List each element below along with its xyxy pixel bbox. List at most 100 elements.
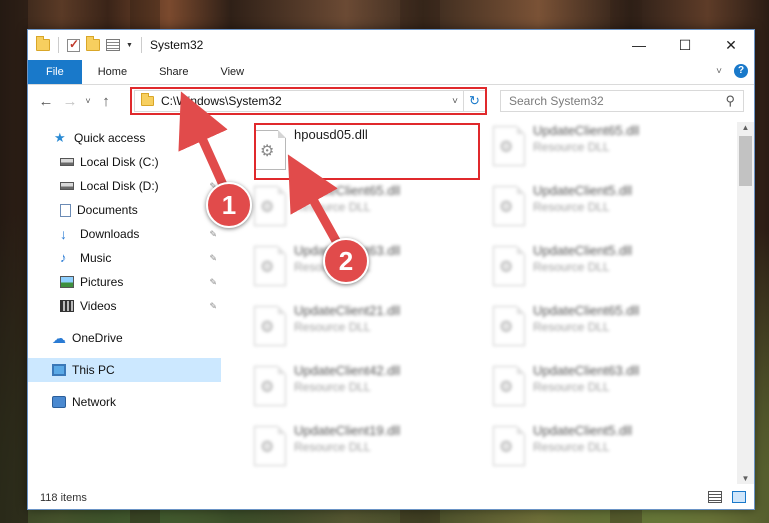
- file-name: UpdateClient65.dll: [294, 183, 401, 198]
- expand-ribbon-icon[interactable]: ˅: [716, 66, 722, 77]
- list-item[interactable]: ⚙ UpdateClient63.dll Resource DLL: [254, 242, 492, 302]
- title-bar: ▼ System32 — ☐ ✕: [28, 30, 754, 60]
- up-button[interactable]: ↑: [96, 93, 116, 110]
- file-name: UpdateClient19.dll: [294, 423, 401, 438]
- music-icon: ♪: [60, 250, 67, 265]
- navigation-pane: ★ Quick access Local Disk (C:) ✎ Local D…: [28, 122, 221, 482]
- sidebar-item-label: Network: [72, 395, 117, 409]
- file-list: ⚙ hpousd05.dll ⚙ UpdateClient65.dll Reso…: [246, 122, 736, 482]
- close-button[interactable]: ✕: [708, 30, 754, 60]
- pin-icon[interactable]: ✎: [209, 277, 217, 288]
- sidebar-item-label: Music: [80, 251, 112, 265]
- sidebar-item-this-pc[interactable]: This PC: [28, 358, 221, 382]
- drive-icon: [60, 158, 74, 166]
- explorer-window: ▼ System32 — ☐ ✕ File Home Share View ˅ …: [27, 29, 755, 510]
- file-name: UpdateClient42.dll: [294, 363, 401, 378]
- sidebar-item-label: OneDrive: [72, 331, 123, 345]
- dll-file-icon: ⚙: [493, 306, 525, 346]
- customize-icon[interactable]: [106, 39, 120, 51]
- window-controls: — ☐ ✕: [616, 30, 754, 60]
- sidebar-item-local-disk-d[interactable]: Local Disk (D:) ✎: [28, 174, 221, 198]
- pin-icon[interactable]: ✎: [209, 229, 217, 240]
- back-button[interactable]: ←: [36, 93, 56, 110]
- sidebar-item-downloads[interactable]: ↓ Downloads ✎: [28, 222, 221, 246]
- sidebar-item-label: Videos: [80, 299, 117, 313]
- tab-view[interactable]: View: [204, 60, 260, 84]
- forward-button[interactable]: →: [60, 93, 80, 110]
- file-item-hpousd05[interactable]: ⚙ hpousd05.dll: [254, 123, 492, 186]
- sidebar-item-videos[interactable]: Videos ✎: [28, 294, 221, 318]
- scroll-down-icon[interactable]: ▼: [737, 474, 754, 483]
- large-icons-view-icon[interactable]: [732, 491, 746, 503]
- file-name: UpdateClient5.dll: [533, 183, 633, 198]
- tab-file[interactable]: File: [28, 60, 82, 84]
- search-input[interactable]: Search System32 ⚲: [500, 90, 744, 112]
- list-item[interactable]: ⚙ UpdateClient63.dll Resource DLL: [493, 362, 731, 422]
- list-item[interactable]: ⚙ UpdateClient5.dll Resource DLL: [493, 182, 731, 242]
- maximize-button[interactable]: ☐: [662, 30, 708, 60]
- quick-access-toolbar: ▼: [28, 36, 144, 53]
- list-item[interactable]: ⚙ UpdateClient21.dll Resource DLL: [254, 302, 492, 362]
- pin-icon[interactable]: ✎: [209, 253, 217, 264]
- file-type: Resource DLL: [533, 380, 610, 394]
- search-icon[interactable]: ⚲: [725, 93, 735, 109]
- sidebar-item-label: Pictures: [80, 275, 124, 289]
- pin-icon[interactable]: ✎: [209, 157, 217, 168]
- vertical-scrollbar[interactable]: ▲ ▼: [737, 122, 754, 484]
- sidebar-item-music[interactable]: ♪ Music ✎: [28, 246, 221, 270]
- search-placeholder: Search System32: [509, 94, 604, 108]
- file-type: Resource DLL: [294, 320, 371, 334]
- sidebar-item-documents[interactable]: Documents ✎: [28, 198, 221, 222]
- file-type: Resource DLL: [533, 140, 610, 154]
- dll-file-icon: ⚙: [493, 366, 525, 406]
- ribbon-right-controls: ˅ ?: [716, 64, 748, 78]
- documents-icon: [60, 203, 71, 217]
- list-item[interactable]: ⚙ UpdateClient5.dll Resource DLL: [493, 242, 731, 302]
- pin-icon[interactable]: ✎: [209, 301, 217, 312]
- tab-share[interactable]: Share: [143, 60, 204, 84]
- sidebar-item-network[interactable]: Network: [28, 390, 221, 414]
- sidebar-item-pictures[interactable]: Pictures ✎: [28, 270, 221, 294]
- sidebar-item-label: This PC: [72, 363, 115, 377]
- toolbar-divider: [140, 37, 142, 53]
- sidebar-item-local-disk-c[interactable]: Local Disk (C:) ✎: [28, 150, 221, 174]
- sidebar-item-label: Local Disk (D:): [80, 179, 159, 193]
- list-item[interactable]: ⚙ UpdateClient65.dll Resource DLL: [493, 302, 731, 362]
- item-count: 118 items: [40, 492, 87, 504]
- dll-file-icon: ⚙: [254, 186, 286, 226]
- file-name: UpdateClient5.dll: [533, 243, 633, 258]
- pictures-icon: [60, 276, 74, 288]
- sidebar-item-label: Local Disk (C:): [80, 155, 159, 169]
- details-view-icon[interactable]: [708, 491, 722, 503]
- minimize-button[interactable]: —: [616, 30, 662, 60]
- file-type: Resource DLL: [294, 200, 371, 214]
- list-item[interactable]: ⚙ UpdateClient19.dll Resource DLL: [254, 422, 492, 482]
- scrollbar-thumb[interactable]: [739, 136, 752, 186]
- window-title: System32: [149, 38, 204, 52]
- list-item[interactable]: ⚙ UpdateClient65.dll Resource DLL: [254, 182, 492, 242]
- dll-file-icon: ⚙: [493, 246, 525, 286]
- drive-icon: [60, 182, 74, 190]
- new-folder-icon[interactable]: [86, 36, 100, 51]
- list-item[interactable]: ⚙ UpdateClient5.dll Resource DLL: [493, 422, 731, 482]
- dll-file-icon: ⚙: [254, 306, 286, 346]
- qat-dropdown-icon[interactable]: ▼: [126, 42, 133, 49]
- help-icon[interactable]: ?: [734, 64, 748, 78]
- tab-home[interactable]: Home: [82, 60, 143, 84]
- file-name: UpdateClient5.dll: [533, 423, 633, 438]
- properties-check-icon[interactable]: [67, 37, 80, 52]
- sidebar-item-onedrive[interactable]: ☁ OneDrive: [28, 326, 221, 350]
- recent-locations-button[interactable]: ˅: [82, 96, 94, 106]
- file-type: Resource DLL: [533, 320, 610, 334]
- list-item[interactable]: ⚙ UpdateClient65.dll Resource DLL: [493, 122, 731, 182]
- scroll-up-icon[interactable]: ▲: [737, 123, 754, 132]
- dll-file-icon: ⚙: [254, 246, 286, 286]
- file-type: Resource DLL: [533, 200, 610, 214]
- sidebar-item-quick-access[interactable]: ★ Quick access: [28, 126, 221, 150]
- address-highlight-box: [130, 87, 487, 115]
- file-name: UpdateClient65.dll: [533, 123, 640, 138]
- sidebar-item-label: Documents: [77, 203, 138, 217]
- list-item[interactable]: ⚙ UpdateClient42.dll Resource DLL: [254, 362, 492, 422]
- file-name: UpdateClient21.dll: [294, 303, 401, 318]
- videos-icon: [60, 300, 74, 312]
